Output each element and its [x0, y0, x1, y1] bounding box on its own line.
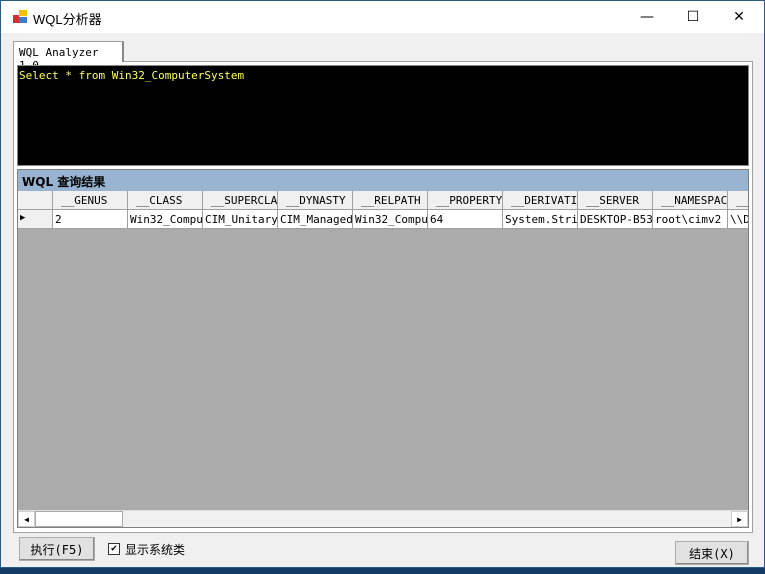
exit-button[interactable]: 结束(X) — [675, 541, 749, 565]
results-grid: __GENUS __CLASS __SUPERCLAS __DYNASTY __RELP… — [18, 191, 748, 229]
scroll-thumb[interactable] — [35, 511, 123, 527]
maximize-button[interactable]: ☐ — [670, 1, 716, 33]
app-icon — [13, 10, 27, 23]
results-panel: WQL 查询结果 __GENUS __CLASS __SUPERCLAS __DYNA… — [17, 169, 749, 528]
column-header[interactable]: __SUPERCLAS — [203, 191, 278, 210]
column-header[interactable]: __DERIVATIO — [503, 191, 578, 210]
table-cell[interactable]: DESKTOP-B53 — [578, 210, 653, 229]
execute-button[interactable]: 执行(F5) — [19, 537, 95, 561]
show-system-label: 显示系统类 — [125, 543, 186, 557]
column-header[interactable]: __RELPATH — [353, 191, 428, 210]
table-cell[interactable]: CIM_Unitary — [203, 210, 278, 229]
table-cell[interactable]: CIM_Managed — [278, 210, 353, 229]
tab-wql-analyzer[interactable]: WQL Analyzer 1.0 — [13, 41, 124, 72]
query-editor[interactable]: Select * from Win32_ComputerSystem — [17, 65, 749, 166]
column-header[interactable]: __DYNASTY — [278, 191, 353, 210]
column-header[interactable]: __P — [728, 191, 748, 210]
horizontal-scrollbar[interactable]: ◀ ▶ — [18, 510, 748, 527]
column-header[interactable]: __PROPERTY_ — [428, 191, 503, 210]
table-cell[interactable]: Win32_Compu — [353, 210, 428, 229]
column-header[interactable]: __GENUS — [53, 191, 128, 210]
table-cell[interactable]: 2 — [53, 210, 128, 229]
table-cell[interactable]: 64 — [428, 210, 503, 229]
column-header-row: __GENUS __CLASS __SUPERCLAS __DYNASTY __RELP… — [18, 191, 748, 210]
column-header[interactable]: __CLASS — [128, 191, 203, 210]
close-button[interactable]: ✕ — [716, 1, 762, 33]
table-cell[interactable]: root\cimv2 — [653, 210, 728, 229]
title-bar: WQL分析器 — ☐ ✕ — [1, 1, 764, 33]
column-header[interactable]: __NAMESPACE — [653, 191, 728, 210]
results-title: WQL 查询结果 — [18, 170, 748, 191]
main-window: WQL分析器 — ☐ ✕ WQL Analyzer 1.0 Select * f… — [0, 0, 765, 568]
column-header[interactable]: __SERVER — [578, 191, 653, 210]
window-title: WQL分析器 — [33, 12, 102, 27]
minimize-button[interactable]: — — [624, 1, 670, 33]
table-cell[interactable]: Win32_Compu — [128, 210, 203, 229]
row-selector-icon[interactable]: ▶ — [18, 210, 53, 229]
table-cell[interactable]: System.Strin — [503, 210, 578, 229]
table-cell[interactable]: \\D — [728, 210, 748, 229]
table-row[interactable]: ▶ 2 Win32_Compu CIM_Unitary CIM_Managed Win32… — [18, 210, 748, 229]
scroll-left-icon[interactable]: ◀ — [18, 511, 35, 527]
scroll-right-icon[interactable]: ▶ — [731, 511, 748, 527]
show-system-checkbox[interactable]: ✔ — [108, 543, 120, 555]
row-header-corner — [18, 191, 53, 210]
